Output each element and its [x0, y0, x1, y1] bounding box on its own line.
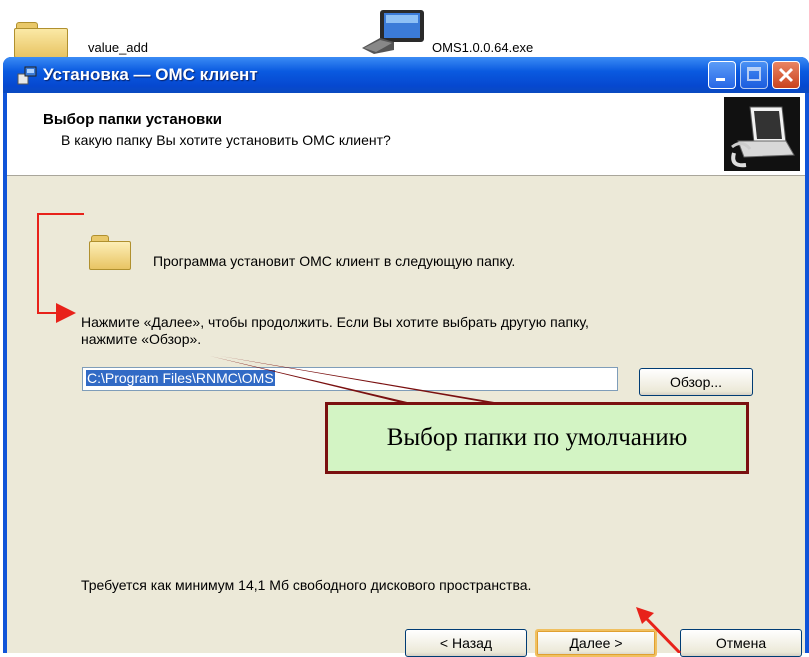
close-button[interactable] [772, 61, 800, 89]
close-icon [778, 67, 794, 83]
desktop-folder-icon[interactable] [14, 22, 68, 58]
title-bar[interactable]: Установка — ОМС клиент [3, 57, 809, 93]
maximize-icon [747, 67, 761, 81]
wizard-header: Выбор папки установки В какую папку Вы х… [7, 93, 805, 176]
instruction-text-line2: нажмите «Обзор». [81, 331, 202, 347]
window-title: Установка — ОМС клиент [43, 65, 258, 84]
installer-computer-icon[interactable] [360, 8, 430, 56]
annotation-callout: Выбор папки по умолчанию [325, 402, 749, 474]
browse-button[interactable]: Обзор... [639, 368, 753, 396]
disk-space-text: Требуется как минимум 14,1 Мб свободного… [81, 577, 532, 593]
folder-icon [89, 235, 131, 270]
page-subtitle: В какую папку Вы хотите установить ОМС к… [61, 132, 391, 148]
setup-app-icon [17, 66, 37, 85]
install-path-input[interactable]: C:\Program Files\RNMC\OMS [82, 367, 618, 391]
window-client-area: Выбор папки установки В какую папку Вы х… [7, 93, 805, 657]
instruction-text-line1: Нажмите «Далее», чтобы продолжить. Если … [81, 314, 589, 330]
install-path-value: C:\Program Files\RNMC\OMS [86, 370, 275, 386]
installer-computer-image [724, 97, 800, 171]
desktop-folder-label: value_add [88, 40, 148, 55]
info-text: Программа установит ОМС клиент в следующ… [153, 253, 516, 269]
installer-window: Установка — ОМС клиент Выбор папки устан… [3, 57, 809, 657]
desktop-exe-label: OMS1.0.0.64.exe [432, 40, 534, 55]
maximize-button [740, 61, 768, 89]
minimize-icon [716, 78, 725, 81]
page-title: Выбор папки установки [43, 111, 222, 128]
minimize-button[interactable] [708, 61, 736, 89]
